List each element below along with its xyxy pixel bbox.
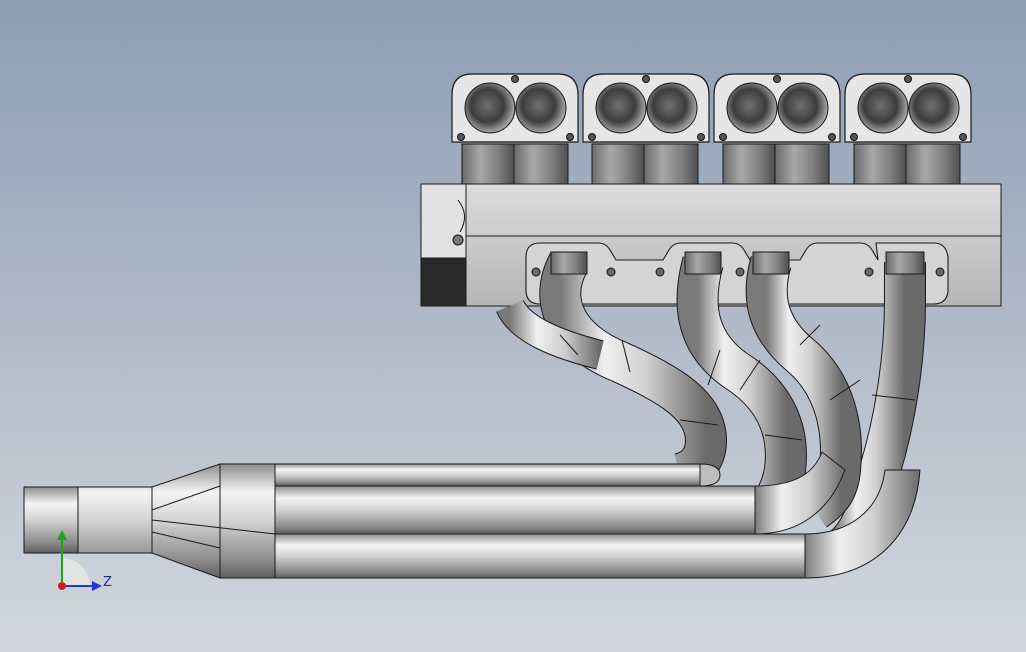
collector-middle: [274, 485, 756, 535]
throttle-flange-4: [844, 73, 972, 143]
throttle-flange-3: [713, 73, 841, 143]
throttle-flange-2: [582, 73, 710, 143]
z-axis-label: Z: [103, 575, 112, 590]
collector-lower: [274, 533, 806, 579]
collector-upper: [219, 463, 701, 487]
cad-viewport[interactable]: Z: [0, 0, 1026, 652]
model-scene[interactable]: Z: [0, 0, 1026, 652]
x-axis-dot: [58, 582, 66, 590]
throttle-flange-1: [451, 73, 579, 143]
outlet-tube: [23, 486, 79, 554]
